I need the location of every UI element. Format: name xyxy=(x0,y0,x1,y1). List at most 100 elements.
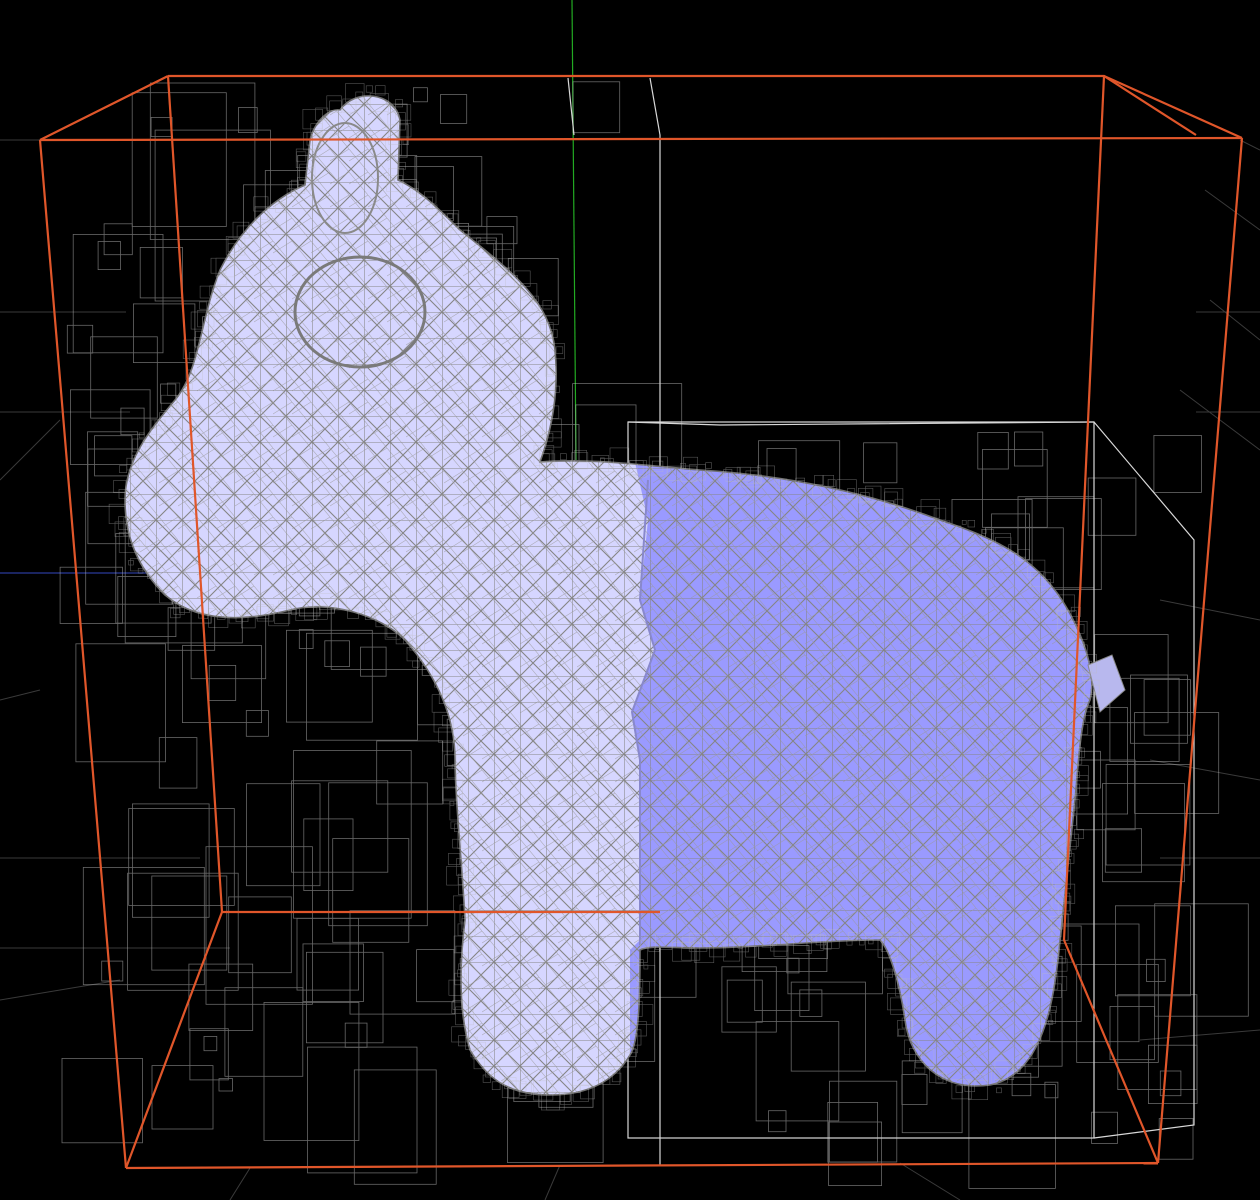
octree-cell xyxy=(160,383,177,404)
octree-leaf-cell xyxy=(996,1087,1002,1094)
octree-leaf-cell xyxy=(898,1028,906,1036)
octree-leaf-cell xyxy=(412,660,420,668)
octree-cell xyxy=(305,632,418,741)
octree-cell xyxy=(97,241,121,271)
octree-cell xyxy=(218,1078,234,1092)
octree-cell xyxy=(61,1058,143,1144)
octree-cell xyxy=(572,81,621,134)
octree-cell xyxy=(238,107,258,134)
octree-cell xyxy=(1158,1118,1194,1160)
octree-leaf-cell xyxy=(449,801,455,806)
octree-leaf-cell xyxy=(491,1081,501,1091)
octree-leaf-cell xyxy=(482,1074,491,1083)
octree-cell xyxy=(1143,679,1191,736)
root-box-back-right xyxy=(1062,75,1106,941)
octree-cell xyxy=(1109,1006,1155,1061)
octree-cell xyxy=(360,646,387,677)
grid-line xyxy=(0,979,121,1001)
octree-cell xyxy=(416,949,455,1003)
octree-leaf-cell xyxy=(199,301,208,310)
octree-cell xyxy=(1014,431,1044,467)
octree-cell xyxy=(158,737,198,789)
octree-leaf-cell xyxy=(398,162,406,170)
grid-line xyxy=(544,1164,561,1200)
octree-cell xyxy=(139,246,183,299)
octree-cell xyxy=(324,640,350,667)
grid-line xyxy=(0,689,41,701)
octree-leaf-cell xyxy=(884,968,893,978)
octree-cell xyxy=(59,566,123,624)
octree-leaf-cell xyxy=(326,95,342,111)
octree-leaf-cell xyxy=(365,85,373,93)
octree-leaf-cell xyxy=(827,479,836,487)
grid-line xyxy=(1149,759,1260,781)
octree-cell xyxy=(1148,1044,1198,1104)
octree-cell xyxy=(150,117,173,138)
octree-leaf-cell xyxy=(138,432,145,439)
octree-cell xyxy=(131,803,210,918)
octree-cell xyxy=(149,82,256,240)
octree-leaf-cell xyxy=(395,99,403,108)
root-box-top-front xyxy=(39,136,1243,142)
octree-leaf-cell xyxy=(438,727,454,743)
root-box-bottom-front xyxy=(125,1161,1159,1170)
root-box-top-right xyxy=(1103,74,1243,140)
octree-leaf-cell xyxy=(113,480,127,493)
octree-cell xyxy=(205,846,313,1005)
octree-cell xyxy=(829,1080,898,1163)
octree-cell xyxy=(293,750,412,919)
octree-cell xyxy=(901,1074,928,1106)
root-box-bottom-right-depth xyxy=(1062,939,1160,1164)
child-box-rear-depth xyxy=(1093,421,1195,1139)
scene-canvas[interactable] xyxy=(0,0,1260,1200)
octree-cell xyxy=(1134,712,1220,814)
octree-cell xyxy=(94,435,133,477)
octree-cell xyxy=(828,1121,882,1186)
octree-cell xyxy=(1102,783,1185,883)
octree-cell xyxy=(305,951,384,1044)
octree-leaf-cell xyxy=(167,382,181,396)
root-box-front-left xyxy=(38,139,128,1169)
grid-line xyxy=(899,1162,961,1200)
octree-cell xyxy=(307,1046,418,1174)
root-box-front-right xyxy=(1156,137,1244,1164)
octree-leaf-cell xyxy=(967,519,975,528)
octree-cell xyxy=(1146,958,1166,982)
octree-cell xyxy=(103,223,133,256)
grid-line xyxy=(229,1167,251,1200)
octree-cell xyxy=(263,1002,360,1141)
grid-line xyxy=(0,419,61,481)
octree-cell xyxy=(291,780,389,873)
octree-leaf-cell xyxy=(559,453,567,461)
octree-cell xyxy=(245,710,269,737)
octree-cell xyxy=(208,665,237,701)
octree-cell xyxy=(1105,764,1191,866)
octree-cell xyxy=(349,910,456,1015)
octree-cell xyxy=(1091,1111,1118,1144)
octree-cell xyxy=(66,324,94,354)
root-box-top-left-edge xyxy=(39,75,169,141)
octree-cell xyxy=(75,643,166,763)
3d-viewport[interactable] xyxy=(0,0,1260,1200)
octree-leaf-cell xyxy=(448,853,460,866)
octree-leaf-cell xyxy=(705,462,712,469)
octree-cell xyxy=(151,875,228,971)
root-box-bottom-left-depth xyxy=(124,911,224,1169)
octree-leaf-cell xyxy=(304,607,318,621)
octree-leaf-cell xyxy=(961,519,967,525)
octree-cell xyxy=(246,783,321,887)
grid-line xyxy=(1204,189,1260,231)
octree-cell xyxy=(1154,903,1249,1017)
octree-cell xyxy=(790,981,866,1072)
octree-cell xyxy=(968,1084,1056,1189)
octree-leaf-cell xyxy=(560,1093,572,1105)
octree-cell xyxy=(101,960,124,982)
octree-cell xyxy=(863,442,898,484)
octree-cell xyxy=(181,645,262,723)
octree-cell xyxy=(1117,994,1198,1091)
octree-cell xyxy=(72,233,164,354)
octree-leaf-cell xyxy=(814,475,824,485)
octree-cell xyxy=(203,1036,218,1052)
octree-cell xyxy=(131,92,227,227)
octree-cell xyxy=(1153,434,1202,493)
